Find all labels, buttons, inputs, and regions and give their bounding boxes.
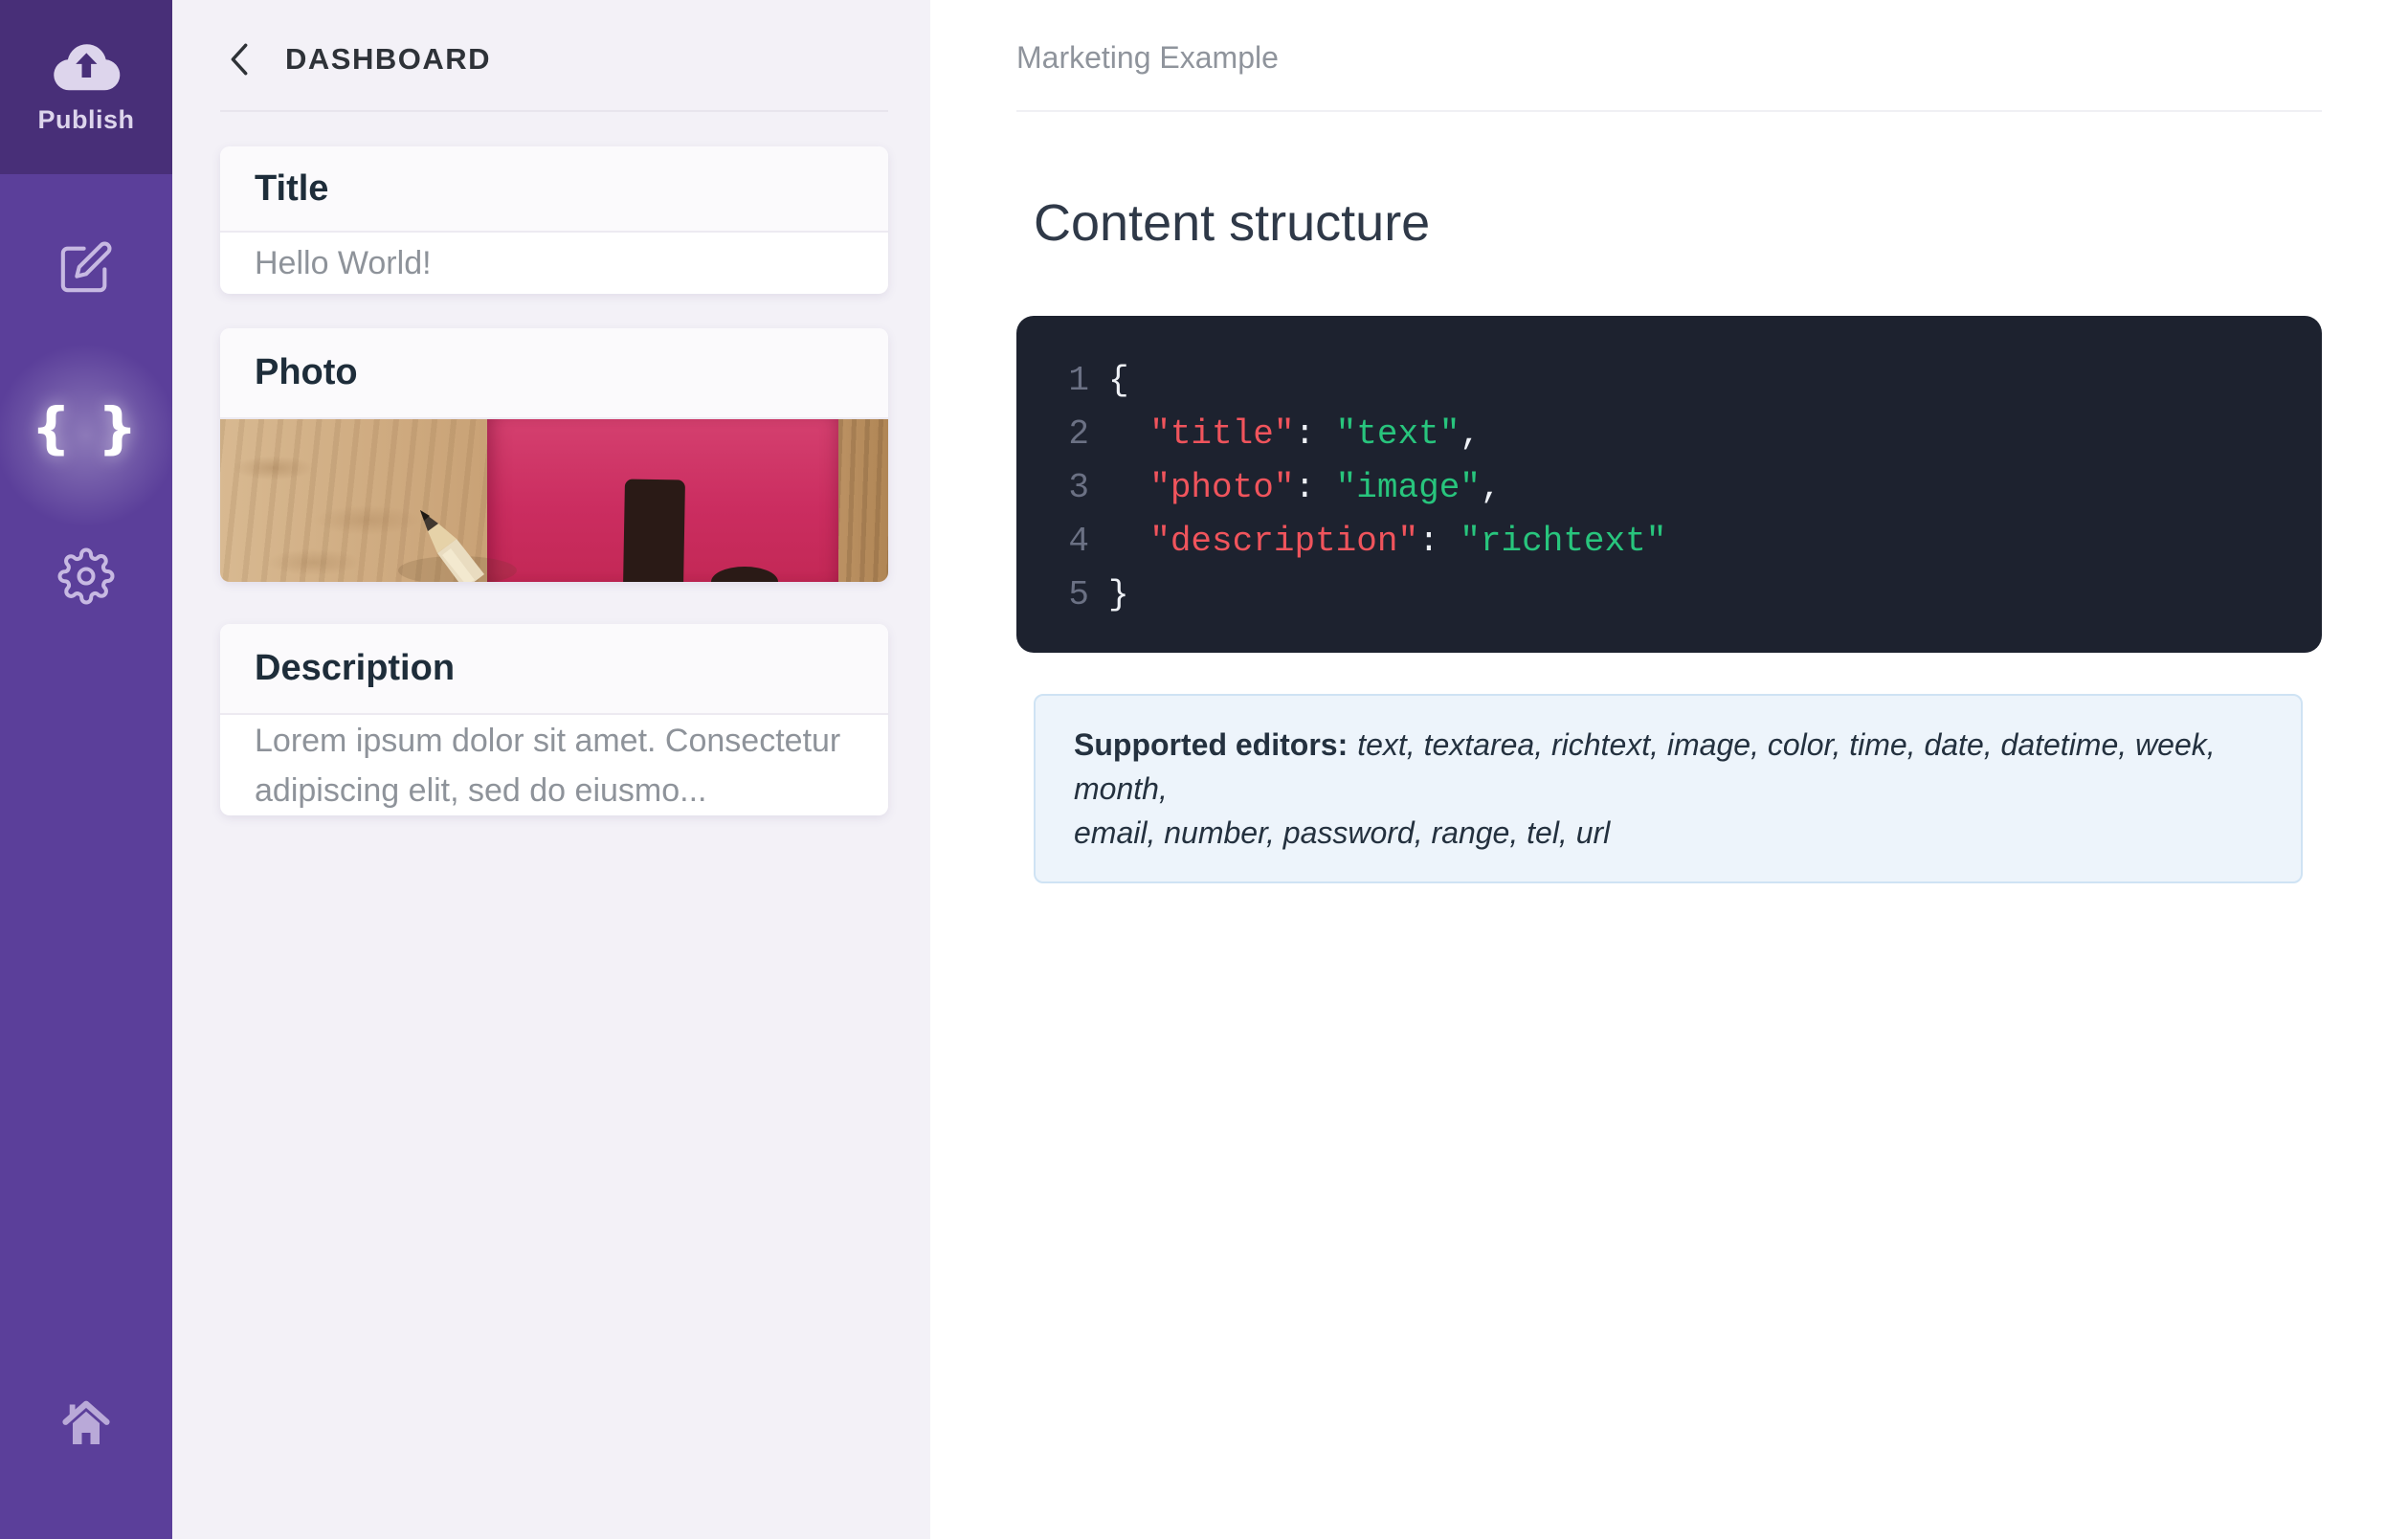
line-number: 1: [1068, 361, 1089, 400]
supported-editors-list-line: email, number, password, range, tel, url: [1074, 815, 1611, 850]
photo-pencil: [398, 510, 517, 582]
code-token-plain: ,: [1480, 468, 1502, 507]
line-number: 2: [1068, 414, 1089, 454]
code-block-lines: 1{2 "title": "text", 3 "photo": "image", 4…: [1049, 354, 2322, 622]
divider: [1016, 110, 2322, 112]
code-token-plain: :: [1294, 468, 1336, 507]
field-card-header: Description: [220, 624, 888, 715]
code-token-plain: :: [1418, 522, 1460, 561]
code-token-plain: {: [1108, 361, 1129, 400]
publish-button[interactable]: Publish: [0, 0, 172, 174]
sidebar-item-home[interactable]: [0, 1395, 172, 1454]
supported-editors-label: Supported editors:: [1074, 727, 1349, 762]
field-label: Description: [255, 648, 456, 688]
photo-field-image[interactable]: [220, 419, 888, 582]
code-token-plain: }: [1108, 575, 1129, 614]
preview-panel: DASHBOARD Title Hello World! Photo Descr…: [172, 0, 930, 1539]
back-button[interactable]: [220, 40, 258, 78]
sidebar-item-settings[interactable]: [0, 547, 172, 610]
field-value-text: Hello World!: [255, 244, 432, 281]
field-card-photo: Photo: [220, 328, 888, 582]
supported-editors-note: Supported editors: text, textarea, richte…: [1034, 694, 2303, 883]
code-line: 3 "photo": "image",: [1049, 461, 2322, 515]
field-card-title: Title Hello World!: [220, 146, 888, 294]
code-token-value: "image": [1335, 468, 1481, 507]
sidebar: Publish { }: [0, 0, 180, 1539]
description-field-value[interactable]: Lorem ipsum dolor sit amet. Consectetur …: [220, 715, 888, 815]
edit-icon: [58, 239, 114, 300]
publish-label: Publish: [37, 105, 135, 134]
code-token-plain: ,: [1460, 414, 1481, 454]
sidebar-item-edit[interactable]: [0, 239, 172, 300]
gear-icon: [57, 547, 115, 610]
code-line: 2 "title": "text",: [1049, 408, 2322, 461]
code-line: 1{: [1049, 354, 2322, 408]
code-token-key: "title": [1149, 414, 1295, 454]
field-card-header: Photo: [220, 328, 888, 419]
title-field-value[interactable]: Hello World!: [220, 233, 888, 294]
field-value-line: adipiscing elit, sed do eiusmo...: [255, 771, 707, 809]
panel-title: DASHBOARD: [285, 42, 491, 76]
field-card-description: Description Lorem ipsum dolor sit amet. …: [220, 624, 888, 815]
field-value-line: Lorem ipsum dolor sit amet. Consectetur: [255, 722, 841, 759]
code-token-value: "richtext": [1460, 522, 1667, 561]
code-token-plain: :: [1294, 414, 1336, 454]
line-number: 3: [1068, 468, 1089, 507]
field-label: Title: [255, 167, 329, 209]
code-token-key: "description": [1149, 522, 1419, 561]
code-line: 5}: [1049, 569, 2322, 622]
braces-icon: { }: [31, 395, 142, 460]
code-token-key: "photo": [1149, 468, 1295, 507]
home-icon: [57, 1395, 115, 1454]
code-block[interactable]: 1{2 "title": "text", 3 "photo": "image", 4…: [1016, 316, 2322, 653]
field-card-header: Title: [220, 146, 888, 233]
divider: [220, 110, 888, 112]
code-token-value: "text": [1335, 414, 1460, 454]
cloud-upload-icon: [51, 39, 122, 98]
breadcrumb[interactable]: Marketing Example: [1016, 40, 1279, 76]
content-panel: Marketing Example Content structure 1{2 …: [930, 0, 2408, 1539]
line-number: 4: [1068, 522, 1089, 561]
code-line: 4 "description": "richtext": [1049, 515, 2322, 569]
page-title: Content structure: [1034, 194, 1431, 252]
sidebar-item-content-model[interactable]: { }: [0, 395, 172, 460]
line-number: 5: [1068, 575, 1089, 614]
field-label: Photo: [255, 352, 358, 392]
